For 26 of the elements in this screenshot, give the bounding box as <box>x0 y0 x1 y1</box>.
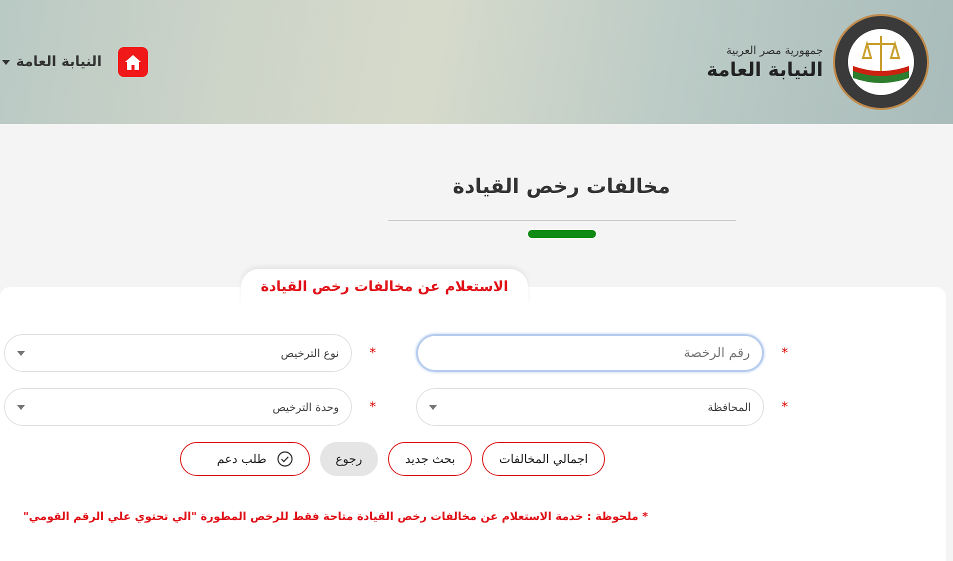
license-number-field[interactable]: رقم الرخصة <box>416 334 764 372</box>
back-button[interactable]: رجوع <box>320 442 378 476</box>
note-text: * ملحوظة : خدمة الاستعلام عن مخالفات رخص القيادة متاحة فقط للرخص المطورة "الي تحتوي علي الرقم القومي" <box>22 510 648 523</box>
required-mark: * <box>780 400 788 414</box>
page-title: مخالفات رخص القيادة <box>452 174 670 198</box>
action-button[interactable]: اجمالي المخالفات <box>482 442 605 476</box>
action-button[interactable]: بحث جديد <box>388 442 472 476</box>
caret-icon <box>429 404 437 410</box>
caret-icon <box>17 404 25 410</box>
caret-icon <box>2 60 10 64</box>
home-icon <box>124 54 141 70</box>
dropdown-field[interactable]: نوع الترخيص <box>4 334 352 372</box>
required-mark: * <box>780 346 788 360</box>
accent-bar <box>528 230 596 238</box>
check-circle-icon <box>276 451 293 467</box>
caret-icon <box>17 350 25 356</box>
header-title: النيابة العامة <box>706 58 823 80</box>
header-subtitle: جمهورية مصر العربية <box>726 44 823 56</box>
dropdown-field[interactable]: وحدة الترخيص <box>4 388 352 426</box>
dropdown-field[interactable]: المحافظة <box>416 388 764 426</box>
required-mark: * <box>368 346 376 360</box>
home-button[interactable] <box>118 47 148 77</box>
user-menu[interactable]: النيابة العامة <box>0 54 102 70</box>
required-mark: * <box>368 400 376 414</box>
support-button[interactable]: طلب دعم <box>180 442 310 476</box>
form-legend: الاستعلام عن مخالفات رخص القيادة <box>241 269 528 305</box>
